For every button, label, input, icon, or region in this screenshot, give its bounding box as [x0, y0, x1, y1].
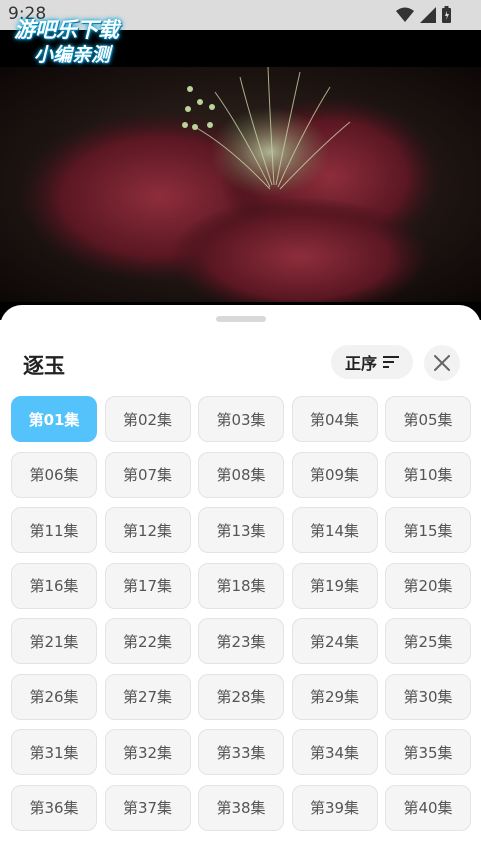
episode-button[interactable]: 第40集: [385, 784, 471, 831]
episode-button[interactable]: 第09集: [291, 451, 378, 498]
episode-button[interactable]: 第19集: [291, 562, 378, 609]
episode-button[interactable]: 第15集: [385, 507, 471, 553]
episode-button[interactable]: 第18集: [198, 562, 284, 609]
sheet-title: 逐玉: [23, 354, 65, 378]
episode-button[interactable]: 第31集: [11, 729, 97, 775]
episode-button[interactable]: 第07集: [104, 451, 191, 498]
episode-button[interactable]: 第23集: [198, 618, 284, 664]
episode-sheet: 逐玉 正序 第01集 第02集 第03集 第04集 第05集第06集 第07集 第08集 第0…: [0, 305, 481, 862]
episode-button[interactable]: 第24集: [291, 618, 378, 664]
episode-button[interactable]: 第36集: [11, 784, 97, 831]
wifi-icon: [396, 7, 414, 22]
episode-button[interactable]: 第11集: [11, 507, 97, 553]
episode-button[interactable]: 第29集: [291, 673, 378, 720]
episode-button[interactable]: 第02集: [104, 396, 191, 442]
episode-button[interactable]: 第13集: [198, 507, 284, 553]
episode-button-active[interactable]: 第01集: [11, 396, 97, 442]
close-button[interactable]: [424, 345, 460, 381]
episode-button[interactable]: 第32集: [104, 729, 191, 775]
drag-handle[interactable]: [216, 316, 266, 322]
episode-grid: 第01集 第02集 第03集 第04集 第05集第06集 第07集 第08集 第09集 第10集…: [11, 396, 471, 831]
episode-button[interactable]: 第22集: [104, 618, 191, 664]
watermark-line-2: 小编亲测: [34, 44, 111, 66]
episode-button[interactable]: 第12集: [104, 507, 191, 553]
episode-button[interactable]: 第27集: [104, 673, 191, 720]
episode-button[interactable]: 第20集: [385, 562, 471, 609]
episode-button[interactable]: 第25集: [385, 618, 471, 664]
close-icon: [434, 355, 450, 371]
episode-button[interactable]: 第35集: [385, 729, 471, 775]
episode-button[interactable]: 第03集: [198, 396, 284, 442]
watermark-logo: 游吧乐下载 小编亲测: [6, 10, 146, 68]
sort-button[interactable]: 正序: [331, 345, 413, 379]
episode-button[interactable]: 第05集: [385, 396, 471, 442]
episode-button[interactable]: 第39集: [291, 784, 378, 831]
episode-button[interactable]: 第26集: [11, 673, 97, 720]
episode-button[interactable]: 第06集: [11, 451, 97, 498]
episode-button[interactable]: 第28集: [198, 673, 284, 720]
battery-icon: [442, 6, 451, 23]
episode-button[interactable]: 第21集: [11, 618, 97, 664]
episode-button[interactable]: 第38集: [198, 784, 284, 831]
episode-button[interactable]: 第33集: [198, 729, 284, 775]
video-player[interactable]: [0, 30, 481, 320]
episode-button[interactable]: 第10集: [385, 451, 471, 498]
episode-button[interactable]: 第14集: [291, 507, 378, 553]
episode-button[interactable]: 第08集: [198, 451, 284, 498]
sort-icon: [383, 356, 400, 368]
sort-label: 正序: [345, 354, 378, 373]
status-icons: [396, 6, 451, 23]
episode-button[interactable]: 第30集: [385, 673, 471, 720]
episode-button[interactable]: 第04集: [291, 396, 378, 442]
episode-button[interactable]: 第17集: [104, 562, 191, 609]
signal-icon: [420, 6, 436, 23]
episode-button[interactable]: 第37集: [104, 784, 191, 831]
episode-button[interactable]: 第34集: [291, 729, 378, 775]
episode-button[interactable]: 第16集: [11, 562, 97, 609]
video-frame: [0, 67, 481, 302]
